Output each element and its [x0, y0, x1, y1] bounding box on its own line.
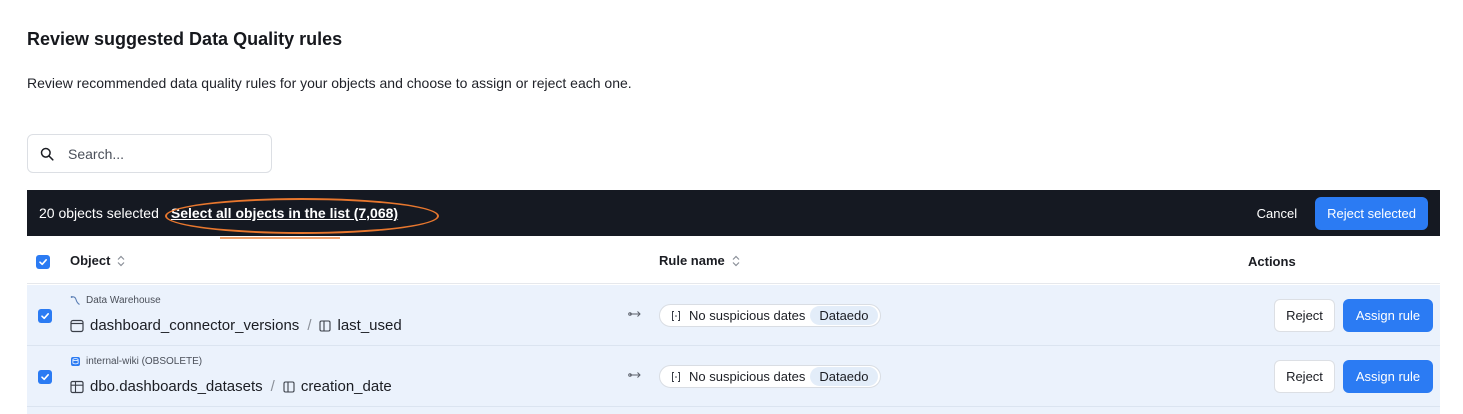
link-arrow-icon [628, 311, 641, 317]
object-name-link[interactable]: dbo.dashboards_datasets [90, 378, 263, 395]
data-warehouse-icon [70, 296, 80, 305]
rule-chip[interactable]: No suspicious dates Dataedo [659, 304, 881, 327]
select-all-checkbox[interactable] [36, 255, 50, 269]
page-description: Review recommended data quality rules fo… [27, 75, 632, 91]
column-name-link[interactable]: last_used [337, 317, 401, 334]
row-source-label: internal-wiki (OBSOLETE) [86, 356, 203, 367]
row-object-path: dashboard_connector_versions / last_used [70, 317, 402, 334]
search-box[interactable] [27, 134, 272, 173]
object-name-link[interactable]: dashboard_connector_versions [90, 317, 299, 334]
rule-brackets-icon [672, 371, 680, 382]
row-source-label: Data Warehouse [86, 295, 161, 306]
column-header-actions: Actions [1248, 254, 1296, 269]
selection-count: 20 objects selected [39, 205, 159, 221]
assign-rule-button[interactable]: Assign rule [1343, 360, 1433, 393]
sort-icon [732, 255, 740, 266]
rule-chip[interactable]: No suspicious dates Dataedo [659, 365, 881, 388]
selection-actions: Cancel Reject selected [1257, 197, 1428, 230]
path-separator: / [270, 378, 275, 395]
database-icon [71, 357, 80, 366]
rule-name: No suspicious dates [689, 369, 806, 384]
row-checkbox[interactable] [38, 309, 52, 323]
column-name-link[interactable]: creation_date [301, 378, 392, 395]
table-row-partial [27, 407, 1440, 414]
row-object-path: dbo.dashboards_datasets / creation_date [70, 378, 392, 395]
table-row: Data Warehouse dashboard_connector_versi… [27, 285, 1440, 346]
search-input[interactable] [68, 145, 248, 162]
rule-brackets-icon [672, 310, 680, 321]
search-icon [40, 147, 54, 161]
row-source: Data Warehouse [70, 295, 161, 306]
column-header-rule-name-label: Rule name [659, 253, 725, 268]
link-arrow-icon [628, 372, 641, 378]
page-title: Review suggested Data Quality rules [27, 29, 343, 49]
table-header: Object Rule name Actions [27, 236, 1440, 284]
path-separator: / [307, 317, 312, 334]
check-icon [41, 312, 49, 320]
column-icon [319, 319, 332, 332]
reject-button[interactable]: Reject [1274, 360, 1335, 393]
select-all-link[interactable]: Select all objects in the list (7,068) [171, 205, 398, 221]
sort-icon [118, 255, 125, 266]
table-row: internal-wiki (OBSOLETE) dbo.dashboards_… [27, 346, 1440, 407]
cancel-button[interactable]: Cancel [1257, 206, 1297, 221]
check-icon [39, 258, 47, 266]
check-icon [41, 373, 49, 381]
column-header-rule-name[interactable]: Rule name [659, 253, 741, 268]
reject-button[interactable]: Reject [1274, 299, 1335, 332]
table-grid-icon [70, 380, 84, 393]
row-checkbox[interactable] [38, 370, 52, 384]
table-window-icon [70, 319, 84, 332]
selection-bar: 20 objects selected Select all objects i… [27, 190, 1440, 236]
assign-rule-button[interactable]: Assign rule [1343, 299, 1433, 332]
reject-selected-button[interactable]: Reject selected [1315, 197, 1428, 230]
column-header-object-label: Object [70, 253, 111, 268]
row-source: internal-wiki (OBSOLETE) [70, 356, 202, 367]
rule-source-badge: Dataedo [810, 367, 878, 386]
rule-name: No suspicious dates [689, 308, 806, 323]
rule-source-badge: Dataedo [810, 306, 878, 325]
column-icon [283, 380, 295, 393]
column-header-object[interactable]: Object [70, 253, 126, 268]
